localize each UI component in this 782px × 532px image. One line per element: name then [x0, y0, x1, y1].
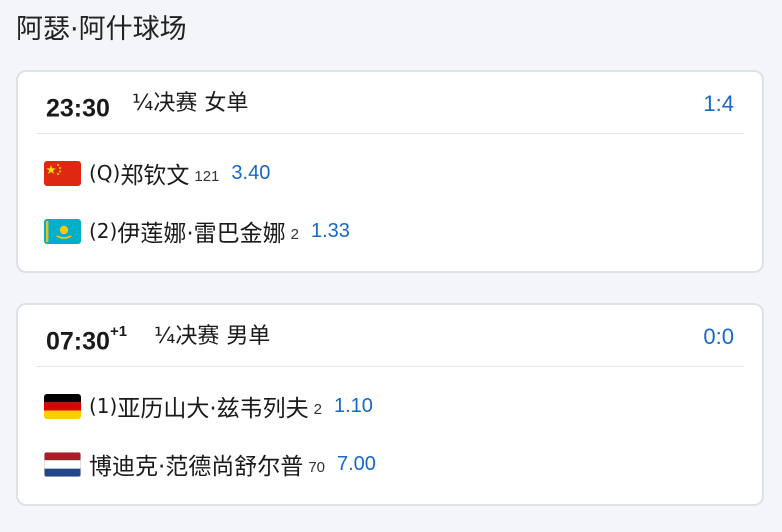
player-name: 亚历山大·兹韦列夫 [117, 396, 309, 422]
odds-ratio-link[interactable]: 1:4 [703, 88, 734, 120]
venue-title: 阿瑟·阿什球场 [16, 14, 187, 45]
match-card[interactable]: 07:30+1 ¼决赛 男单 0:0 (1) 亚历山大·兹韦列夫 2 1.10 … [16, 303, 764, 506]
player-row[interactable]: 博迪克·范德尚舒尔普 70 7.00 [44, 447, 376, 481]
china-flag-icon [44, 160, 81, 186]
player-rank: 70 [308, 458, 325, 476]
player-odds[interactable]: 7.00 [337, 453, 376, 476]
player-name: 博迪克·范德尚舒尔普 [89, 454, 304, 480]
player-rank: 121 [194, 167, 220, 185]
player-row[interactable]: (2) 伊莲娜·雷巴金娜 2 1.33 [44, 214, 350, 248]
player-name: 郑钦文 [120, 163, 190, 189]
germany-flag-icon [44, 393, 81, 419]
match-round: ¼决赛 男单 [154, 324, 271, 349]
match-time: 23:30 [46, 94, 110, 123]
odds-ratio-link[interactable]: 0:0 [703, 321, 734, 353]
player-seed: (1) [89, 394, 118, 418]
player-rank: 2 [290, 225, 299, 243]
match-round: ¼决赛 女单 [132, 91, 249, 116]
match-header: 23:30 ¼决赛 女单 1:4 [18, 72, 762, 134]
divider [36, 366, 744, 367]
netherlands-flag-icon [44, 451, 81, 477]
match-card[interactable]: 23:30 ¼决赛 女单 1:4 (Q) 郑钦文 121 3.40 (2) 伊莲… [16, 70, 764, 273]
divider [36, 133, 744, 134]
player-row[interactable]: (Q) 郑钦文 121 3.40 [44, 156, 270, 190]
player-row[interactable]: (1) 亚历山大·兹韦列夫 2 1.10 [44, 389, 373, 423]
player-odds[interactable]: 3.40 [231, 162, 270, 185]
match-time: 07:30+1 [46, 323, 128, 356]
player-seed: (Q) [89, 161, 121, 185]
player-seed: (2) [89, 219, 118, 243]
player-name: 伊莲娜·雷巴金娜 [117, 221, 286, 247]
kazakhstan-flag-icon [44, 218, 81, 244]
player-rank: 2 [313, 400, 322, 418]
match-header: 07:30+1 ¼决赛 男单 0:0 [18, 305, 762, 367]
player-odds[interactable]: 1.33 [311, 220, 350, 243]
player-odds[interactable]: 1.10 [334, 395, 373, 418]
day-offset: +1 [109, 323, 128, 340]
